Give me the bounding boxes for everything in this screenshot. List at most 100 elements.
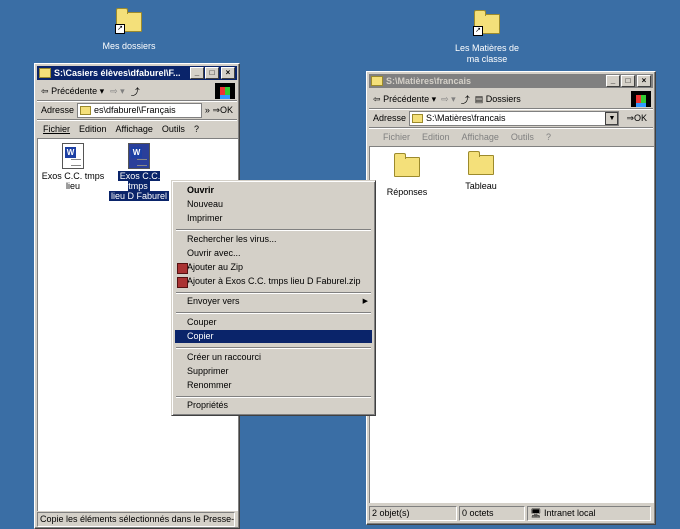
menu-separator bbox=[176, 292, 371, 294]
go-arrow-icon: ⇒ bbox=[212, 104, 220, 115]
minimize-button[interactable]: _ bbox=[606, 75, 620, 87]
menu-edition[interactable]: Edition bbox=[422, 132, 450, 142]
folder-icon bbox=[394, 153, 420, 177]
forward-button[interactable]: ⇨ ▾ bbox=[441, 94, 456, 105]
back-button[interactable]: ⇦ Précédente ▾ bbox=[373, 94, 436, 105]
menu-item-envoyer-vers[interactable]: Envoyer vers ▶ bbox=[175, 295, 372, 308]
folder-item-tableau[interactable]: Tableau bbox=[448, 151, 514, 191]
folder-icon bbox=[412, 113, 424, 123]
menu-outils[interactable]: Outils bbox=[162, 124, 185, 134]
menu-item-ouvrir[interactable]: Ouvrir bbox=[175, 184, 372, 197]
menu-item-rechercher-virus[interactable]: Rechercher les virus... bbox=[175, 233, 372, 246]
desktop-icon-label-line1: Les Matières de bbox=[454, 43, 520, 53]
desktop-icon-label-line2: ma classe bbox=[466, 54, 508, 64]
folders-icon: ▤ bbox=[474, 93, 484, 104]
title-bar[interactable]: S:\Casiers élèves\dfaburel\F... _ □ × bbox=[37, 66, 237, 80]
close-button[interactable]: × bbox=[637, 75, 651, 87]
status-bar: Copie les éléments sélectionnés dans le … bbox=[37, 512, 237, 528]
folder-icon bbox=[468, 151, 494, 175]
menu-item-ajouter-zip[interactable]: Ajouter au Zip bbox=[175, 261, 372, 274]
menu-affichage[interactable]: Affichage bbox=[462, 132, 499, 142]
address-bar: Adresse es\dfaburel\Français » ⇒OK bbox=[37, 101, 237, 120]
title-bar[interactable]: S:\Matières\francais _ □ × bbox=[369, 74, 653, 88]
menu-item-ajouter-a-zip[interactable]: Ajouter à Exos C.C. tmps lieu D Faburel.… bbox=[175, 275, 372, 288]
menu-fichier[interactable]: Fichier bbox=[383, 132, 410, 142]
context-menu: Ouvrir Nouveau Imprimer Rechercher les v… bbox=[171, 180, 376, 416]
address-label: Adresse bbox=[41, 105, 75, 115]
menu-separator bbox=[176, 396, 371, 398]
menu-separator bbox=[176, 347, 371, 349]
address-label: Adresse bbox=[373, 113, 407, 123]
desktop-icon-les-matieres[interactable]: ↗ Les Matières de ma classe bbox=[442, 10, 532, 65]
up-folder-button[interactable]: ⤴ bbox=[131, 85, 140, 98]
menu-item-nouveau[interactable]: Nouveau bbox=[175, 198, 372, 211]
word-document-icon: W bbox=[62, 143, 84, 169]
desktop-icon-label: Mes dossiers bbox=[102, 41, 156, 51]
winzip-icon bbox=[177, 277, 188, 288]
menu-help[interactable]: ? bbox=[194, 124, 199, 134]
window-title: S:\Casiers élèves\dfaburel\F... bbox=[54, 68, 181, 78]
menu-separator bbox=[176, 312, 371, 314]
folder-item-reponses[interactable]: Réponses bbox=[374, 153, 440, 197]
desktop-icon-mes-dossiers[interactable]: ↗ Mes dossiers bbox=[84, 8, 174, 52]
forward-button[interactable]: ⇨ ▾ bbox=[110, 86, 125, 97]
folders-button[interactable]: ▤ Dossiers bbox=[475, 94, 521, 105]
menu-item-ouvrir-avec[interactable]: Ouvrir avec... bbox=[175, 247, 372, 260]
status-object-count: 2 objet(s) bbox=[369, 506, 457, 521]
address-field[interactable]: S:\Matières\francais ▼ bbox=[409, 110, 620, 126]
file-item-exos-faburel[interactable]: W Exos C.C. tmps lieu D Faburel bbox=[106, 143, 172, 201]
status-bar: 2 objet(s) 0 octets 🖥 Intranet local bbox=[369, 506, 653, 522]
back-arrow-icon: ⇦ bbox=[373, 93, 381, 104]
navigation-toolbar: ⇦ Précédente ▾ ⇨ ▾ ⤴ bbox=[37, 82, 237, 101]
explorer-window-right[interactable]: S:\Matières\francais _ □ × ⇦ Précédente … bbox=[366, 71, 656, 525]
file-item-exos-lieu[interactable]: W Exos C.C. tmps lieu bbox=[40, 143, 106, 191]
menu-edition[interactable]: Edition bbox=[79, 124, 107, 134]
menu-fichier[interactable]: Fichier bbox=[43, 124, 70, 134]
address-field[interactable]: es\dfaburel\Français bbox=[77, 102, 202, 118]
menu-bar: Fichier Edition Affichage Outils ? bbox=[37, 120, 237, 139]
submenu-arrow-icon: ▶ bbox=[362, 298, 368, 305]
menu-affichage[interactable]: Affichage bbox=[116, 124, 153, 134]
maximize-button[interactable]: □ bbox=[621, 75, 635, 87]
status-text: Copie les éléments sélectionnés dans le … bbox=[37, 512, 235, 527]
go-arrow-icon: ⇒ bbox=[626, 112, 634, 123]
folder-icon bbox=[39, 68, 51, 78]
menu-bar: Fichier Edition Affichage Outils ? bbox=[369, 128, 653, 147]
status-size: 0 octets bbox=[459, 506, 525, 521]
minimize-button[interactable]: _ bbox=[190, 67, 204, 79]
go-button[interactable]: ⇒OK bbox=[622, 113, 653, 124]
menu-item-proprietes[interactable]: Propriétés bbox=[175, 399, 372, 412]
menu-item-imprimer[interactable]: Imprimer bbox=[175, 212, 372, 225]
menu-item-supprimer[interactable]: Supprimer bbox=[175, 365, 372, 378]
menu-item-couper[interactable]: Couper bbox=[175, 316, 372, 329]
folder-icon bbox=[80, 105, 92, 115]
menu-help[interactable]: ? bbox=[546, 132, 551, 142]
winzip-icon bbox=[177, 263, 188, 274]
windows-logo-icon bbox=[215, 83, 235, 99]
address-bar: Adresse S:\Matières\francais ▼ ⇒OK bbox=[369, 109, 653, 128]
menu-item-copier[interactable]: Copier bbox=[175, 330, 372, 343]
folder-icon bbox=[371, 76, 383, 86]
go-button[interactable]: » ⇒OK bbox=[205, 105, 237, 116]
windows-logo-icon bbox=[631, 91, 651, 107]
back-button[interactable]: ⇦ Précédente ▾ bbox=[41, 86, 104, 97]
word-document-icon: W bbox=[128, 143, 150, 169]
menu-outils[interactable]: Outils bbox=[511, 132, 534, 142]
menu-separator bbox=[176, 229, 371, 231]
maximize-button[interactable]: □ bbox=[205, 67, 219, 79]
status-zone: 🖥 Intranet local bbox=[527, 506, 651, 521]
address-value: es\dfaburel\Français bbox=[94, 105, 176, 115]
folder-icon: ↗ bbox=[115, 8, 142, 34]
address-dropdown-button[interactable]: ▼ bbox=[605, 111, 619, 125]
address-value: S:\Matières\francais bbox=[426, 113, 506, 123]
up-folder-button[interactable]: ⤴ bbox=[461, 93, 470, 106]
window-title: S:\Matières\francais bbox=[386, 76, 472, 86]
intranet-icon: 🖥 bbox=[530, 508, 542, 518]
back-arrow-icon: ⇦ bbox=[41, 85, 49, 96]
file-list-area[interactable]: Réponses Tableau bbox=[369, 146, 654, 503]
close-button[interactable]: × bbox=[221, 67, 235, 79]
menu-item-renommer[interactable]: Renommer bbox=[175, 379, 372, 392]
navigation-toolbar: ⇦ Précédente ▾ ⇨ ▾ ⤴ ▤ Dossiers bbox=[369, 90, 653, 109]
menu-item-creer-raccourci[interactable]: Créer un raccourci bbox=[175, 351, 372, 364]
folder-icon: ↗ bbox=[473, 10, 500, 36]
